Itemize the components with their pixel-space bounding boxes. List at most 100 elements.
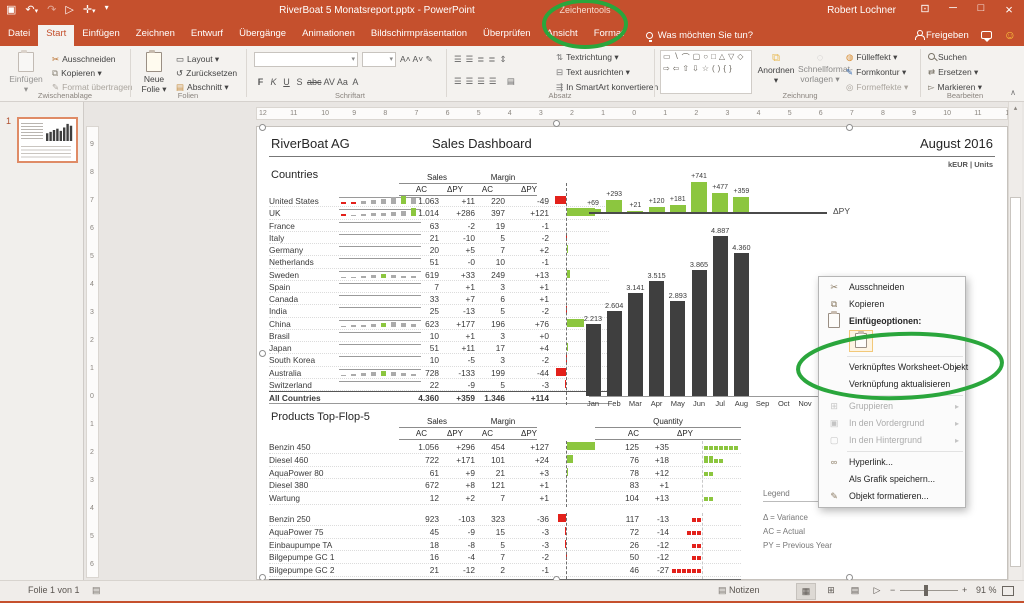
shape-glyph[interactable]: ⇨ (663, 64, 670, 73)
tab-zeichnen[interactable]: Zeichnen (128, 25, 183, 46)
horizontal-ruler[interactable]: 1211109876543210123456789101112 (256, 107, 1013, 120)
copy-button[interactable]: ⧉ Kopieren ▾ (52, 68, 102, 79)
zoom-slider-thumb[interactable] (924, 585, 928, 596)
font-style-button[interactable]: AV (323, 76, 336, 88)
tab-format[interactable]: Format (586, 25, 632, 46)
customize-qat-icon[interactable]: ▾ (105, 3, 109, 16)
context-menu-item[interactable]: ✂ Ausschneiden (819, 279, 965, 296)
shape-glyph[interactable]: ⇦ (673, 64, 680, 73)
shape-glyph[interactable]: ▽ (728, 52, 734, 63)
tab-ansicht[interactable]: Ansicht (539, 25, 586, 46)
slide-counter[interactable]: Folie 1 von 1 (28, 585, 80, 595)
undo-icon[interactable]: ↶▾ (25, 3, 38, 16)
paragraph-button[interactable]: ⇕ (500, 54, 511, 64)
tell-me-search[interactable]: Was möchten Sie tun? (645, 25, 753, 46)
context-menu-item[interactable]: Verknüpfung aktualisieren (819, 376, 965, 393)
paragraph-button[interactable]: ☰ (466, 54, 478, 64)
share-button[interactable]: Freigeben (915, 29, 969, 41)
cut-button[interactable]: ✂ Ausschneiden (52, 54, 116, 65)
shape-outline-button[interactable]: ✎ Formkontur ▾ (846, 67, 906, 78)
tab-überprüfen[interactable]: Überprüfen (475, 25, 539, 46)
font-style-button[interactable]: U (280, 76, 293, 88)
tab-einfügen[interactable]: Einfügen (74, 25, 128, 46)
selection-handle[interactable] (259, 124, 266, 131)
tab-bildschirmpräsentation[interactable]: Bildschirmpräsentation (363, 25, 475, 46)
context-menu-item[interactable]: Verknüpftes Worksheet-Objekt ▸ (819, 359, 968, 376)
align-buttons[interactable]: ☰☰☰☰ ▤ (454, 76, 519, 87)
new-slide-button[interactable]: Neue Folie ▾ (136, 50, 172, 95)
view-sorter-icon[interactable]: ⊞ (822, 585, 840, 596)
view-reading-icon[interactable]: ▤ (846, 585, 864, 596)
redo-icon[interactable]: ↷ (47, 3, 56, 16)
shapes-gallery[interactable]: ▭ ∖ ⌒ ▢ ○ □ △ ▽ ◇ ⇨ ⇦ ⇧ ⇩ ☆(){} (660, 50, 752, 94)
shape-glyph[interactable]: ▢ (693, 52, 701, 63)
tab-start[interactable]: Start (38, 25, 75, 46)
font-style-button[interactable]: F (254, 76, 267, 88)
proofing-icon[interactable]: ▤ (92, 585, 101, 596)
paste-button[interactable]: Einfügen ▾ (6, 50, 46, 95)
context-menu-item[interactable]: ∞ Hyperlink... (819, 454, 965, 471)
context-menu-item[interactable]: Als Grafik speichern... (819, 471, 965, 488)
tab-entwurf[interactable]: Entwurf (183, 25, 231, 46)
vertical-ruler[interactable]: 9 8 7 6 5 4 3 2 1 0 1 2 3 4 5 6 (86, 126, 99, 578)
grow-shrink-font-buttons[interactable]: A˄ A˅ ✎ (400, 54, 433, 65)
align-text-button[interactable]: ⊟ Text ausrichten ▾ (556, 67, 630, 78)
context-menu-item[interactable]: ✎ Objekt formatieren... (819, 488, 965, 505)
paragraph-button[interactable]: ≣ (488, 54, 499, 64)
maximize-icon[interactable]: □ (970, 2, 992, 14)
shape-glyph[interactable]: ▭ (663, 52, 671, 63)
reset-button[interactable]: ↺ Zurücksetzen (176, 68, 237, 79)
context-menu-item[interactable]: ⧉ Kopieren (819, 296, 965, 313)
scrollbar-thumb[interactable] (1010, 197, 1021, 567)
ribbon-display-options-icon[interactable]: ⊡ (914, 2, 936, 15)
selection-handle[interactable] (846, 124, 853, 131)
shape-glyph[interactable]: ◇ (737, 52, 743, 63)
shape-glyph[interactable]: □ (711, 52, 716, 63)
tab-animationen[interactable]: Animationen (294, 25, 363, 46)
save-icon[interactable]: ▣ (6, 3, 16, 16)
account-name[interactable]: Robert Lochner (827, 5, 896, 16)
find-button[interactable]: Suchen (928, 52, 967, 62)
shape-fill-button[interactable]: ◍ Fülleffekt ▾ (846, 52, 897, 63)
tab-übergänge[interactable]: Übergänge (231, 25, 294, 46)
shape-glyph[interactable]: ⇧ (682, 64, 689, 73)
font-style-button[interactable]: S (293, 76, 306, 88)
vertical-scrollbar[interactable]: ▴ (1008, 102, 1022, 580)
start-presentation-icon[interactable]: ▷ (65, 3, 73, 16)
context-menu-item[interactable]: ▢ In den Hintergrund ▸ (819, 432, 965, 449)
view-normal-icon[interactable]: ▦ (796, 583, 816, 600)
font-name-combo[interactable] (254, 52, 358, 67)
font-style-button[interactable]: abc (306, 76, 323, 88)
font-size-combo[interactable] (362, 52, 396, 67)
shape-glyph[interactable]: ∖ (674, 52, 679, 63)
replace-button[interactable]: ⇄ Ersetzen ▾ (928, 67, 978, 78)
context-menu-item[interactable]: ⊞ Gruppieren ▸ (819, 398, 965, 415)
shape-glyph[interactable]: } (729, 64, 732, 73)
shape-glyph[interactable]: △ (719, 52, 725, 63)
slide-thumbnail[interactable] (17, 117, 78, 163)
scroll-up-icon[interactable]: ▴ (1009, 102, 1022, 112)
paragraph-button[interactable]: ☰ (454, 54, 466, 64)
arrange-button[interactable]: ⧉ Anordnen ▾ (756, 52, 796, 86)
list-buttons[interactable]: ☰☰≣≣⇕ (454, 54, 511, 65)
notes-button[interactable]: ▤ Notizen (718, 585, 760, 596)
shape-glyph[interactable]: ⇩ (692, 64, 699, 73)
context-menu-item[interactable]: ▣ In den Vordergrund ▸ (819, 415, 965, 432)
shape-glyph[interactable]: ○ (703, 52, 708, 63)
text-direction-button[interactable]: ⇅ Textrichtung ▾ (556, 52, 619, 63)
font-style-button[interactable]: A (349, 76, 362, 88)
font-style-button[interactable]: K (267, 76, 280, 88)
touch-mode-icon[interactable]: ✛▾ (83, 3, 96, 16)
shape-glyph[interactable]: ⌒ (682, 52, 690, 63)
selection-handle[interactable] (259, 350, 266, 357)
zoom-in-button[interactable]: + (962, 585, 967, 595)
shape-glyph[interactable]: { (723, 64, 726, 73)
fit-to-window-icon[interactable] (1002, 586, 1014, 596)
zoom-out-button[interactable]: − (890, 585, 895, 595)
comments-icon[interactable] (980, 31, 992, 42)
close-icon[interactable]: × (998, 2, 1020, 17)
shape-glyph[interactable]: ( (712, 64, 715, 73)
shape-glyph[interactable]: ☆ (702, 64, 709, 73)
quick-styles-button[interactable]: ◌ Schnellformat-vorlagen ▾ (798, 52, 853, 85)
shape-glyph[interactable]: ) (718, 64, 721, 73)
